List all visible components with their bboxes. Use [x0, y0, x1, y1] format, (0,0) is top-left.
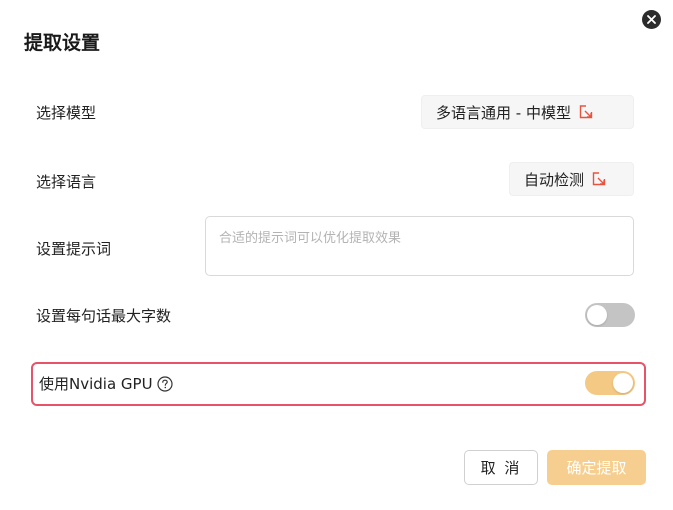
- open-select-icon: [592, 172, 606, 186]
- gpu-row-highlight: 使用Nvidia GPU: [31, 362, 646, 406]
- model-label: 选择模型: [36, 104, 97, 122]
- dialog-title: 提取设置: [24, 32, 101, 54]
- gpu-toggle[interactable]: [585, 371, 635, 395]
- prompt-label: 设置提示词: [36, 240, 112, 258]
- language-select[interactable]: 自动检测: [509, 162, 634, 196]
- cancel-button[interactable]: 取 消: [464, 450, 538, 485]
- max-chars-toggle[interactable]: [585, 303, 635, 327]
- close-button[interactable]: [642, 10, 661, 29]
- confirm-extract-button[interactable]: 确定提取: [547, 450, 646, 485]
- gpu-label-text: 使用Nvidia GPU: [39, 375, 153, 393]
- gpu-label: 使用Nvidia GPU: [39, 373, 173, 394]
- prompt-placeholder: 合适的提示词可以优化提取效果: [219, 231, 402, 246]
- extract-settings-dialog: 提取设置 选择模型 多语言通用 - 中模型 选择语言 自动检测 设置提示词 合适…: [0, 0, 673, 510]
- toggle-knob: [613, 373, 633, 393]
- model-select-value: 多语言通用 - 中模型: [436, 103, 571, 122]
- model-select[interactable]: 多语言通用 - 中模型: [421, 95, 634, 129]
- toggle-knob: [587, 305, 607, 325]
- close-icon: [647, 15, 656, 24]
- prompt-textarea[interactable]: 合适的提示词可以优化提取效果: [205, 216, 634, 276]
- language-select-value: 自动检测: [524, 170, 585, 189]
- max-chars-label: 设置每句话最大字数: [36, 307, 172, 325]
- language-label: 选择语言: [36, 173, 97, 191]
- help-circle-icon[interactable]: [156, 375, 173, 392]
- open-select-icon: [579, 105, 593, 119]
